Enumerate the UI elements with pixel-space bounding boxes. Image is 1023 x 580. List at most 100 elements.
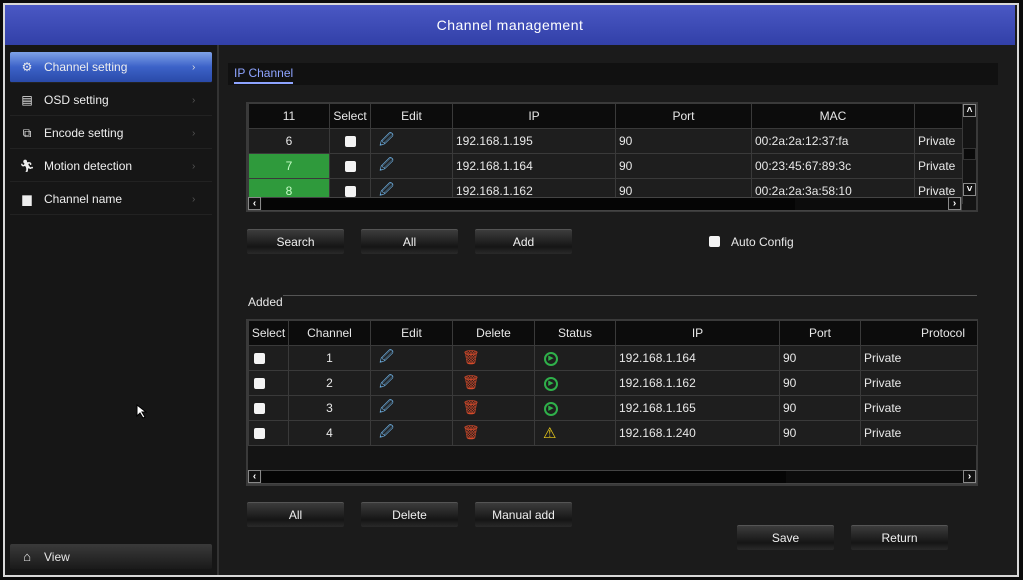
port-cell: 90 bbox=[779, 344, 861, 371]
port-cell: 90 bbox=[615, 127, 752, 154]
mouse-cursor-icon bbox=[136, 404, 148, 419]
protocol-cell: Private bbox=[860, 419, 978, 446]
column-header: Select bbox=[248, 320, 289, 346]
scrollbar-thumb[interactable] bbox=[262, 198, 795, 210]
ip-cell: 192.168.1.164 bbox=[452, 152, 616, 179]
protocol-cell: Private bbox=[860, 394, 978, 421]
divider bbox=[217, 45, 219, 575]
table-row[interactable]: 3 🖉 🗑 ▶ 192.168.1.165 90 Private bbox=[248, 394, 978, 421]
table-row[interactable]: 4 🖉 🗑 ⚠ 192.168.1.240 90 Private bbox=[248, 419, 978, 446]
mac-cell: 00:2a:2a:12:37:fa bbox=[751, 127, 915, 154]
view-button[interactable]: ⌂ View bbox=[10, 544, 212, 569]
search-button[interactable]: Search bbox=[247, 229, 344, 254]
return-button[interactable]: Return bbox=[851, 525, 948, 550]
sidebar-item-osd-setting[interactable]: ▤ OSD setting › bbox=[10, 85, 212, 116]
table-header: 11 Select Edit IP Port MAC bbox=[248, 103, 963, 129]
trash-icon[interactable]: 🗑 bbox=[462, 424, 480, 440]
tab-bar: IP Channel bbox=[228, 63, 998, 85]
select-checkbox[interactable] bbox=[254, 377, 265, 389]
column-header: Edit bbox=[370, 320, 453, 346]
protocol-cell: Private bbox=[914, 152, 963, 179]
protocol-cell: Private bbox=[860, 344, 978, 371]
table-header: Select Channel Edit Delete Status IP Por… bbox=[248, 320, 978, 346]
protocol-cell: Private bbox=[860, 369, 978, 396]
scroll-left-button[interactable]: ‹ bbox=[248, 470, 261, 483]
column-header: Edit bbox=[370, 103, 453, 129]
column-header: Delete bbox=[452, 320, 535, 346]
sidebar-item-channel-name[interactable]: ▆ Channel name › bbox=[10, 184, 212, 215]
select-all-added-button[interactable]: All bbox=[247, 502, 344, 527]
scroll-right-button[interactable]: › bbox=[948, 197, 961, 210]
section-divider bbox=[283, 295, 977, 296]
protocol-cell: Private bbox=[914, 127, 963, 154]
port-cell: 90 bbox=[779, 419, 861, 446]
encode-icon: ⧉ bbox=[22, 125, 32, 140]
save-button[interactable]: Save bbox=[737, 525, 834, 550]
select-all-button[interactable]: All bbox=[361, 229, 458, 254]
table-row[interactable]: 2 🖉 🗑 ▶ 192.168.1.162 90 Private bbox=[248, 369, 978, 396]
select-checkbox[interactable] bbox=[254, 427, 265, 439]
sidebar-item-channel-setting[interactable]: ⚙ Channel setting › bbox=[10, 52, 212, 83]
column-header bbox=[914, 103, 963, 129]
auto-config-label: Auto Config bbox=[731, 235, 794, 249]
view-label: View bbox=[44, 549, 70, 564]
mac-cell: 00:23:45:67:89:3c bbox=[751, 152, 915, 179]
sidebar-item-encode-setting[interactable]: ⧉ Encode setting › bbox=[10, 118, 212, 149]
sidebar-item-motion-detection[interactable]: 🏃︎ Motion detection › bbox=[10, 151, 212, 182]
manual-add-button[interactable]: Manual add bbox=[475, 502, 572, 527]
table-row[interactable]: 7 🖉 192.168.1.164 90 00:23:45:67:89:3c P… bbox=[248, 152, 963, 179]
running-man-icon: 🏃︎ bbox=[19, 159, 35, 173]
channel-cell: 6 bbox=[248, 127, 330, 154]
column-header: Port bbox=[779, 320, 861, 346]
port-cell: 90 bbox=[779, 394, 861, 421]
scroll-left-button[interactable]: ‹ bbox=[248, 197, 261, 210]
play-status-icon: ▶ bbox=[544, 352, 558, 366]
column-header: IP bbox=[615, 320, 780, 346]
play-status-icon: ▶ bbox=[544, 402, 558, 416]
tab-ip-channel[interactable]: IP Channel bbox=[234, 66, 294, 84]
vertical-scrollbar-thumb[interactable] bbox=[963, 148, 976, 160]
chevron-right-icon: › bbox=[192, 127, 196, 139]
ip-cell: 192.168.1.162 bbox=[615, 369, 780, 396]
scrollbar-thumb[interactable] bbox=[262, 471, 786, 483]
select-checkbox[interactable] bbox=[254, 402, 265, 414]
page-title: Channel management bbox=[436, 17, 584, 33]
column-header: Channel bbox=[288, 320, 371, 346]
edit-icon[interactable]: 🖉 bbox=[379, 131, 394, 147]
channel-cell: 3 bbox=[288, 394, 371, 421]
table-row[interactable]: 1 🖉 🗑 ▶ 192.168.1.164 90 Private bbox=[248, 344, 978, 371]
ip-cell: 192.168.1.164 bbox=[615, 344, 780, 371]
column-header: Status bbox=[534, 320, 616, 346]
scroll-up-button[interactable]: ˄ bbox=[963, 104, 976, 117]
gears-icon: ⚙ bbox=[21, 60, 33, 74]
trash-icon[interactable]: 🗑 bbox=[462, 399, 480, 415]
select-checkbox[interactable] bbox=[254, 352, 265, 364]
edit-icon[interactable]: 🖉 bbox=[379, 373, 394, 389]
channel-cell: 2 bbox=[288, 369, 371, 396]
column-header: Protocol bbox=[860, 320, 978, 346]
edit-icon[interactable]: 🖉 bbox=[379, 156, 394, 172]
chevron-right-icon: › bbox=[192, 94, 196, 106]
add-button[interactable]: Add bbox=[475, 229, 572, 254]
delete-button[interactable]: Delete bbox=[361, 502, 458, 527]
channel-cell: 4 bbox=[288, 419, 371, 446]
edit-icon[interactable]: 🖉 bbox=[379, 398, 394, 414]
edit-icon[interactable]: 🖉 bbox=[379, 348, 394, 364]
chevron-right-icon: › bbox=[192, 193, 196, 205]
trash-icon[interactable]: 🗑 bbox=[462, 374, 480, 390]
sidebar-item-label: Channel setting bbox=[44, 60, 128, 74]
select-checkbox[interactable] bbox=[344, 160, 356, 172]
port-cell: 90 bbox=[779, 369, 861, 396]
edit-icon[interactable]: 🖉 bbox=[379, 423, 394, 439]
auto-config-checkbox[interactable] bbox=[709, 236, 720, 247]
select-checkbox[interactable] bbox=[344, 185, 356, 197]
scroll-right-button[interactable]: › bbox=[963, 470, 976, 483]
column-header: 11 bbox=[248, 103, 330, 129]
trash-icon[interactable]: 🗑 bbox=[462, 349, 480, 365]
ip-cell: 192.168.1.240 bbox=[615, 419, 780, 446]
edit-icon[interactable]: 🖉 bbox=[379, 181, 394, 197]
table-row[interactable]: 6 🖉 192.168.1.195 90 00:2a:2a:12:37:fa P… bbox=[248, 127, 963, 154]
scroll-down-button[interactable]: ˅ bbox=[963, 183, 976, 196]
sidebar-item-label: Encode setting bbox=[44, 126, 124, 140]
select-checkbox[interactable] bbox=[344, 135, 356, 147]
